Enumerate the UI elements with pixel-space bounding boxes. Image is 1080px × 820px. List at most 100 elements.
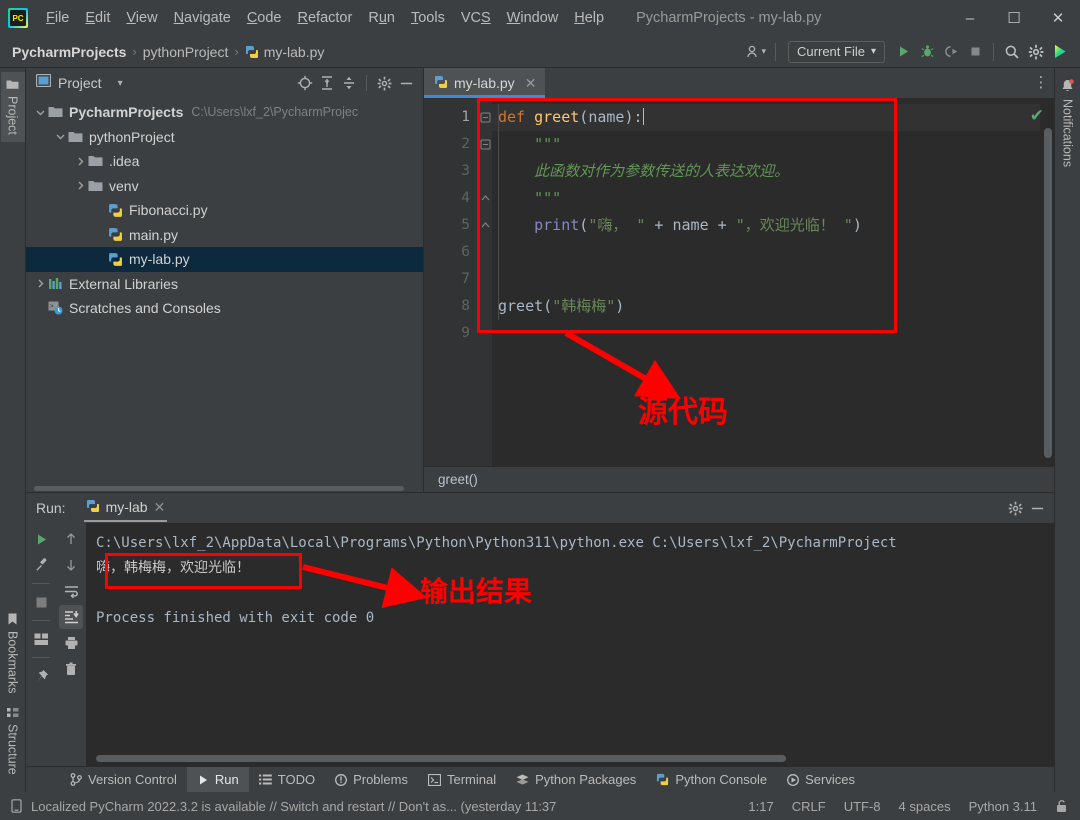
- close-icon[interactable]: ✕: [154, 499, 166, 516]
- layout-settings-icon[interactable]: [29, 627, 53, 651]
- clear-all-icon[interactable]: [59, 657, 83, 681]
- pin-tab-icon[interactable]: [29, 664, 53, 688]
- menu-file[interactable]: File: [38, 7, 77, 29]
- tree-item-external-libraries[interactable]: External Libraries: [26, 272, 423, 297]
- rail-tab-project[interactable]: Project: [0, 72, 25, 142]
- editor-options-icon[interactable]: ⋮: [1028, 68, 1054, 98]
- menu-window[interactable]: Window: [499, 7, 567, 29]
- run-with-coverage-button[interactable]: [939, 40, 963, 64]
- tool-tab-version-control[interactable]: Version Control: [60, 767, 187, 792]
- print-icon[interactable]: [59, 631, 83, 655]
- menu-navigate[interactable]: Navigate: [166, 7, 239, 29]
- stop-button[interactable]: [963, 40, 987, 64]
- menu-tools[interactable]: Tools: [403, 7, 453, 29]
- user-account-icon[interactable]: ▾: [742, 40, 770, 64]
- maximize-button[interactable]: ☐: [992, 0, 1036, 36]
- tool-tab-python-packages[interactable]: Python Packages: [506, 767, 646, 792]
- line-number[interactable]: 9: [424, 320, 478, 347]
- project-settings-gear-icon[interactable]: [373, 72, 395, 94]
- inspection-status-icon[interactable]: ✔: [1030, 106, 1044, 126]
- tree-twisty-icon[interactable]: [32, 279, 48, 288]
- line-number[interactable]: 6: [424, 239, 478, 266]
- scroll-to-end-icon[interactable]: [59, 605, 83, 629]
- tree-twisty-icon[interactable]: [72, 157, 88, 166]
- tool-tab-services[interactable]: Services: [777, 767, 865, 792]
- soft-wrap-icon[interactable]: [59, 579, 83, 603]
- close-button[interactable]: ✕: [1036, 0, 1080, 36]
- breadcrumb-item[interactable]: PycharmProjects: [12, 44, 126, 60]
- next-occurrence-icon[interactable]: [59, 553, 83, 577]
- previous-occurrence-icon[interactable]: [59, 527, 83, 551]
- line-number[interactable]: 1: [424, 104, 478, 131]
- project-tree[interactable]: PycharmProjects C:\Users\lxf_2\PycharmPro…: [26, 98, 423, 484]
- ide-assistant-icon[interactable]: [1048, 40, 1072, 64]
- line-separator[interactable]: CRLF: [783, 799, 835, 814]
- tree-item-pycharmprojects[interactable]: PycharmProjects C:\Users\lxf_2\PycharmPro…: [26, 100, 423, 125]
- settings-gear-icon[interactable]: [1024, 40, 1048, 64]
- tool-tab-terminal[interactable]: Terminal: [418, 767, 506, 792]
- indent-setting[interactable]: 4 spaces: [890, 799, 960, 814]
- select-opened-file-icon[interactable]: [294, 72, 316, 94]
- menu-run[interactable]: Run: [360, 7, 403, 29]
- menu-refactor[interactable]: Refactor: [290, 7, 361, 29]
- close-icon[interactable]: ✕: [525, 75, 537, 92]
- menu-view[interactable]: View: [118, 7, 165, 29]
- line-number[interactable]: 8: [424, 293, 478, 320]
- collapse-all-icon[interactable]: [338, 72, 360, 94]
- minimize-button[interactable]: –: [948, 0, 992, 36]
- rail-tab-bookmarks[interactable]: Bookmarks: [1, 606, 25, 701]
- breadcrumb-item[interactable]: pythonProject: [143, 44, 229, 60]
- caret-position[interactable]: 1:17: [739, 799, 782, 814]
- project-tree-hscrollbar[interactable]: [26, 484, 423, 492]
- tree-item-scratches-and-consoles[interactable]: > Scratches and Consoles: [26, 296, 423, 321]
- tool-tab-problems[interactable]: Problems: [325, 767, 418, 792]
- hide-panel-icon[interactable]: [395, 72, 417, 94]
- run-session-tab[interactable]: my-lab ✕: [80, 495, 172, 522]
- stop-process-button[interactable]: [29, 590, 53, 614]
- console-hscrollbar[interactable]: [96, 755, 786, 762]
- lock-icon[interactable]: [1046, 799, 1070, 813]
- code-folding-column[interactable]: [478, 98, 492, 466]
- tree-item-my-lab-py[interactable]: my-lab.py: [26, 247, 423, 272]
- tree-twisty-icon[interactable]: [72, 181, 88, 190]
- tool-tab-run[interactable]: Run: [186, 767, 249, 792]
- tree-item-idea[interactable]: .idea: [26, 149, 423, 174]
- tool-tab-python-console[interactable]: Python Console: [646, 767, 777, 792]
- line-number[interactable]: 5: [424, 212, 478, 239]
- status-message[interactable]: Localized PyCharm 2022.3.2 is available …: [31, 799, 565, 814]
- expand-all-icon[interactable]: [316, 72, 338, 94]
- editor-tab-my-lab[interactable]: my-lab.py ✕: [424, 68, 546, 98]
- editor-vertical-scrollbar[interactable]: [1044, 128, 1052, 458]
- file-encoding[interactable]: UTF-8: [835, 799, 890, 814]
- search-icon[interactable]: [1000, 40, 1024, 64]
- menu-edit[interactable]: Edit: [77, 7, 118, 29]
- rerun-button[interactable]: [29, 527, 53, 551]
- menu-help[interactable]: Help: [566, 7, 612, 29]
- python-interpreter[interactable]: Python 3.11: [960, 799, 1046, 814]
- code-text-area[interactable]: def greet(name): """ 此函数对作为参数传送的人表达欢迎。 "…: [492, 98, 1040, 466]
- console-output[interactable]: C:\Users\lxf_2\AppData\Local\Programs\Py…: [86, 523, 1054, 766]
- tree-item-main-py[interactable]: main.py: [26, 223, 423, 248]
- hide-run-panel-icon[interactable]: [1026, 497, 1048, 519]
- run-button[interactable]: [891, 40, 915, 64]
- breadcrumb-item[interactable]: my-lab.py: [264, 44, 325, 60]
- debug-button[interactable]: [915, 40, 939, 64]
- modify-run-configuration-icon[interactable]: [29, 553, 53, 577]
- tree-twisty-icon[interactable]: [52, 132, 68, 141]
- editor-breadcrumb[interactable]: greet(): [424, 466, 1054, 492]
- rail-tab-notifications[interactable]: Notifications: [1056, 72, 1080, 174]
- run-settings-gear-icon[interactable]: [1004, 497, 1026, 519]
- menu-vcs[interactable]: VCS: [453, 7, 499, 29]
- line-number[interactable]: 3: [424, 158, 478, 185]
- tree-item-pythonproject[interactable]: pythonProject: [26, 125, 423, 150]
- menu-code[interactable]: Code: [239, 7, 290, 29]
- tree-twisty-icon[interactable]: [32, 108, 48, 117]
- run-configuration-selector[interactable]: Current File ▾: [788, 40, 885, 63]
- tree-item-fibonacci-py[interactable]: Fibonacci.py: [26, 198, 423, 223]
- line-number[interactable]: 7: [424, 266, 478, 293]
- chevron-down-icon[interactable]: ▾: [118, 78, 123, 89]
- tree-item-venv[interactable]: venv: [26, 174, 423, 199]
- line-number[interactable]: 2: [424, 131, 478, 158]
- rail-tab-structure[interactable]: Structure: [1, 700, 25, 782]
- tool-tab-todo[interactable]: TODO: [249, 767, 325, 792]
